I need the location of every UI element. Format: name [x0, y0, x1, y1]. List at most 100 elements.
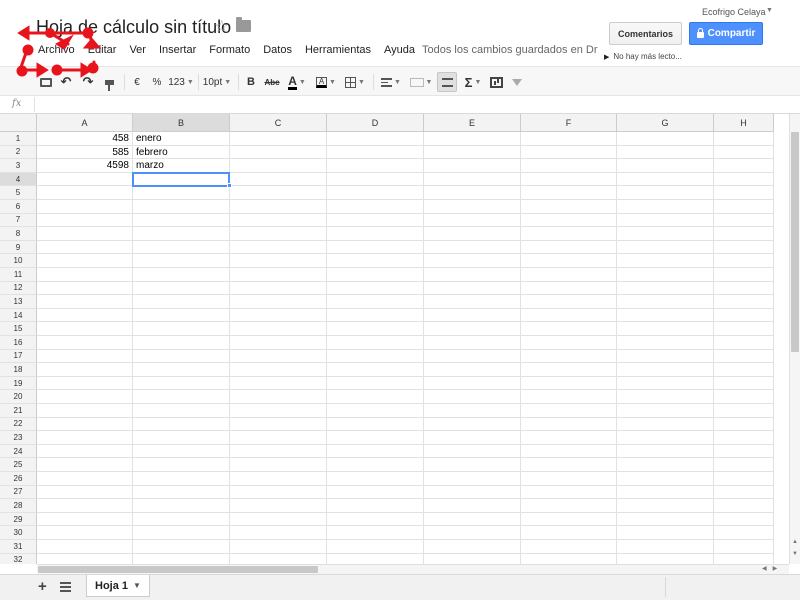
cell-b31[interactable]: [133, 540, 230, 554]
cell-g24[interactable]: [617, 444, 714, 459]
row-header-8[interactable]: 8: [0, 227, 37, 241]
sheets-list-icon[interactable]: [60, 582, 71, 592]
cell-b17[interactable]: [133, 349, 230, 364]
row-header-13[interactable]: 13: [0, 295, 37, 309]
cell-b10[interactable]: [133, 254, 230, 268]
cell-a18[interactable]: [37, 363, 133, 377]
cell-g26[interactable]: [617, 472, 714, 486]
cell-h14[interactable]: [714, 308, 774, 323]
cell-a30[interactable]: [37, 526, 133, 540]
column-header-a[interactable]: A: [37, 114, 133, 132]
scroll-down-icon[interactable]: ▼: [791, 551, 799, 561]
cell-e4[interactable]: [424, 172, 521, 187]
cell-e15[interactable]: [424, 322, 521, 336]
cell-f31[interactable]: [521, 540, 617, 554]
insert-chart-button[interactable]: [488, 72, 504, 92]
cell-f24[interactable]: [521, 444, 617, 459]
row-header-16[interactable]: 16: [0, 336, 37, 350]
cell-c3[interactable]: [230, 159, 327, 173]
paint-format-button[interactable]: [102, 72, 116, 92]
cell-f3[interactable]: [521, 159, 617, 173]
cell-f14[interactable]: [521, 308, 617, 323]
column-header-b[interactable]: B: [133, 114, 230, 132]
cell-g19[interactable]: [617, 376, 714, 391]
cell-g11[interactable]: [617, 268, 714, 282]
cell-e28[interactable]: [424, 499, 521, 513]
row-header-19[interactable]: 19: [0, 376, 37, 391]
cell-g10[interactable]: [617, 254, 714, 268]
row-header-22[interactable]: 22: [0, 417, 37, 432]
column-header-c[interactable]: C: [230, 114, 327, 132]
cell-d3[interactable]: [327, 159, 424, 173]
row-header-12[interactable]: 12: [0, 281, 37, 296]
cell-g18[interactable]: [617, 363, 714, 377]
row-header-3[interactable]: 3: [0, 159, 37, 173]
user-name[interactable]: Ecofrigo Celaya: [702, 7, 766, 17]
cell-d11[interactable]: [327, 268, 424, 282]
cell-d24[interactable]: [327, 444, 424, 459]
share-button[interactable]: Compartir: [689, 22, 763, 45]
cell-h22[interactable]: [714, 417, 774, 432]
menu-item-herramientas[interactable]: Herramientas: [305, 44, 371, 56]
merge-cells-dropdown[interactable]: ▼: [408, 72, 434, 92]
cell-e27[interactable]: [424, 485, 521, 500]
row-header-21[interactable]: 21: [0, 404, 37, 418]
cell-b6[interactable]: [133, 200, 230, 214]
row-header-23[interactable]: 23: [0, 431, 37, 445]
cell-b12[interactable]: [133, 281, 230, 296]
cell-c12[interactable]: [230, 281, 327, 296]
cell-h9[interactable]: [714, 240, 774, 255]
cell-h28[interactable]: [714, 499, 774, 513]
font-color-dropdown[interactable]: A ▼: [284, 72, 310, 92]
cell-f32[interactable]: [521, 553, 617, 564]
cell-a27[interactable]: [37, 485, 133, 500]
cell-f19[interactable]: [521, 376, 617, 391]
cell-d7[interactable]: [327, 213, 424, 228]
cell-a21[interactable]: [37, 404, 133, 418]
cell-c25[interactable]: [230, 458, 327, 472]
cell-a2[interactable]: 585: [37, 145, 133, 160]
cell-h6[interactable]: [714, 200, 774, 214]
cell-b25[interactable]: [133, 458, 230, 472]
cell-g23[interactable]: [617, 431, 714, 445]
cell-b11[interactable]: [133, 268, 230, 282]
cell-d10[interactable]: [327, 254, 424, 268]
star-icon[interactable]: ☆: [214, 17, 229, 37]
cell-b28[interactable]: [133, 499, 230, 513]
cell-b1[interactable]: enero: [133, 132, 230, 146]
scrollbar-thumb[interactable]: [791, 132, 799, 352]
cell-a23[interactable]: [37, 431, 133, 445]
cell-e30[interactable]: [424, 526, 521, 540]
row-header-27[interactable]: 27: [0, 485, 37, 500]
cell-a17[interactable]: [37, 349, 133, 364]
cell-c11[interactable]: [230, 268, 327, 282]
cell-h12[interactable]: [714, 281, 774, 296]
row-header-24[interactable]: 24: [0, 444, 37, 459]
cell-d21[interactable]: [327, 404, 424, 418]
menu-item-editar[interactable]: Editar: [88, 44, 117, 56]
cell-e21[interactable]: [424, 404, 521, 418]
cell-f6[interactable]: [521, 200, 617, 214]
cell-g16[interactable]: [617, 336, 714, 350]
cell-f5[interactable]: [521, 186, 617, 200]
cell-c7[interactable]: [230, 213, 327, 228]
cell-b21[interactable]: [133, 404, 230, 418]
cell-e3[interactable]: [424, 159, 521, 173]
cell-a14[interactable]: [37, 308, 133, 323]
cell-b14[interactable]: [133, 308, 230, 323]
cell-b19[interactable]: [133, 376, 230, 391]
sheet-tab[interactable]: Hoja 1 ▼: [86, 575, 150, 597]
cell-c2[interactable]: [230, 145, 327, 160]
cell-d1[interactable]: [327, 132, 424, 146]
column-header-f[interactable]: F: [521, 114, 617, 132]
cell-b27[interactable]: [133, 485, 230, 500]
cell-a32[interactable]: [37, 553, 133, 564]
cell-b26[interactable]: [133, 472, 230, 486]
cell-c32[interactable]: [230, 553, 327, 564]
row-header-14[interactable]: 14: [0, 308, 37, 323]
scroll-right-icon[interactable]: ▶: [773, 566, 784, 572]
cell-d30[interactable]: [327, 526, 424, 540]
cell-f29[interactable]: [521, 512, 617, 527]
viewers-info[interactable]: ▶ No hay más lecto...: [604, 52, 682, 61]
cell-b3[interactable]: marzo: [133, 159, 230, 173]
